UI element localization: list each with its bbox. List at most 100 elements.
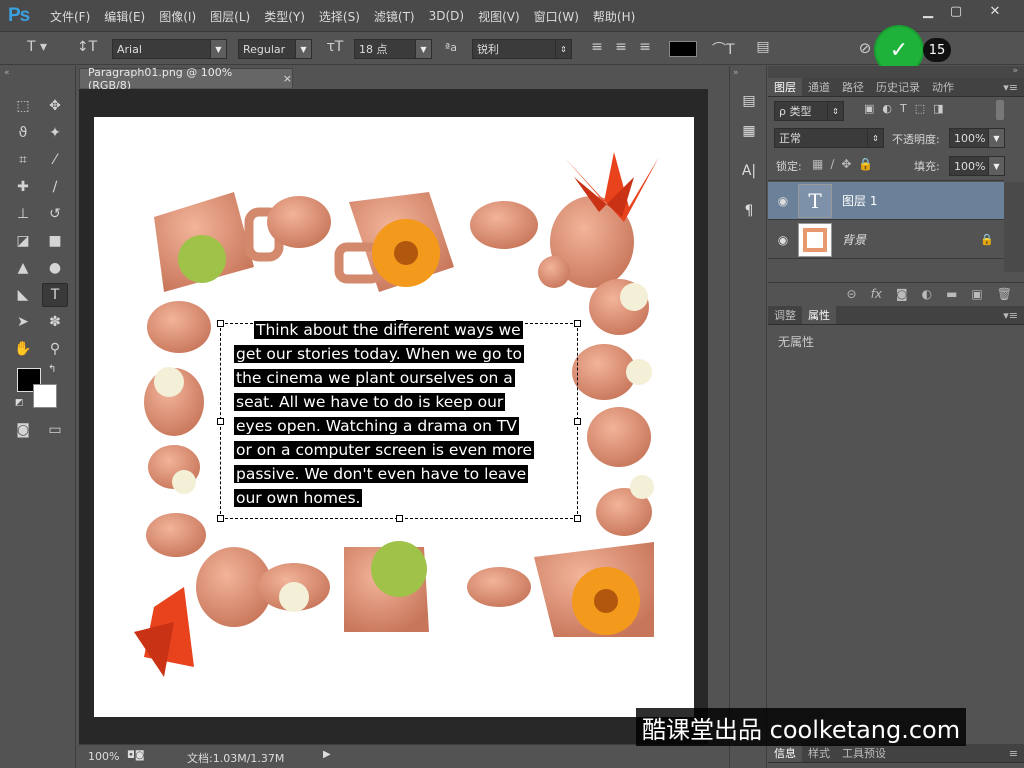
crop-tool-icon[interactable]: ⌗ bbox=[10, 148, 36, 172]
tab-channels[interactable]: 通道 bbox=[802, 78, 836, 96]
text-color-swatch[interactable] bbox=[669, 41, 697, 57]
menu-type[interactable]: 类型(Y) bbox=[264, 8, 305, 25]
lasso-tool-icon[interactable]: ϑ bbox=[10, 121, 36, 145]
new-group-icon[interactable]: ▬ bbox=[946, 287, 957, 301]
adjustment-layer-icon[interactable]: ◐ bbox=[922, 287, 932, 301]
status-preview-icon[interactable]: ◘◙ bbox=[127, 750, 145, 761]
character-panel-icon[interactable]: A| bbox=[738, 160, 760, 182]
panel-menu-icon[interactable]: ▾≡ bbox=[997, 306, 1024, 324]
link-layers-icon[interactable]: ⊝ bbox=[847, 287, 857, 301]
filter-toggle[interactable] bbox=[996, 100, 1004, 120]
layer-name[interactable]: 背景 bbox=[842, 231, 866, 248]
new-layer-icon[interactable]: ▣ bbox=[971, 287, 982, 301]
marquee-tool-icon[interactable]: ⬚ bbox=[10, 94, 36, 118]
shape-tool-icon[interactable]: ✽ bbox=[42, 310, 68, 334]
add-mask-icon[interactable]: ◙ bbox=[896, 287, 908, 301]
transform-handle[interactable] bbox=[217, 320, 224, 327]
history-brush-icon[interactable]: ↺ bbox=[42, 202, 68, 226]
healing-brush-icon[interactable]: ✚ bbox=[10, 175, 36, 199]
blur-tool-icon[interactable]: ▲ bbox=[10, 256, 36, 280]
cancel-icon[interactable]: ⊘ bbox=[854, 39, 876, 57]
menu-view[interactable]: 视图(V) bbox=[478, 8, 520, 25]
blend-mode-select[interactable]: 正常 ⇕ bbox=[774, 128, 884, 148]
transform-handle[interactable] bbox=[217, 515, 224, 522]
menu-help[interactable]: 帮助(H) bbox=[593, 8, 635, 25]
visibility-eye-icon[interactable]: ◉ bbox=[768, 194, 798, 208]
gradient-tool-icon[interactable]: ■ bbox=[42, 229, 68, 253]
toggle-orientation-icon[interactable]: ↕T bbox=[76, 39, 98, 55]
hand-tool-icon[interactable]: ✋ bbox=[10, 337, 36, 361]
menu-layer[interactable]: 图层(L) bbox=[210, 8, 250, 25]
close-tab-icon[interactable]: × bbox=[283, 72, 292, 85]
visibility-eye-icon[interactable]: ◉ bbox=[768, 233, 798, 247]
menu-window[interactable]: 窗口(W) bbox=[534, 8, 579, 25]
transform-handle[interactable] bbox=[574, 320, 581, 327]
background-color-swatch[interactable] bbox=[33, 384, 57, 408]
delete-layer-icon[interactable]: 🗑 bbox=[997, 287, 1012, 301]
layer-name[interactable]: 图层 1 bbox=[842, 192, 877, 209]
character-panel-icon[interactable]: ▤ bbox=[752, 39, 774, 55]
transform-handle[interactable] bbox=[396, 515, 403, 522]
close-icon[interactable]: ✕ bbox=[970, 0, 1020, 22]
tab-paths[interactable]: 路径 bbox=[836, 78, 870, 96]
warp-text-icon[interactable]: ⌒T bbox=[712, 39, 735, 59]
type-tool-icon[interactable]: T bbox=[42, 283, 68, 307]
minimize-icon[interactable]: ▁ bbox=[914, 0, 942, 22]
antialias-select[interactable]: 锐利 ⇕ bbox=[472, 39, 572, 59]
quick-mask-icon[interactable]: ◙ bbox=[10, 418, 36, 442]
status-menu-arrow-icon[interactable]: ▶ bbox=[323, 749, 331, 760]
collapse-dock-icon[interactable]: » bbox=[1012, 66, 1018, 76]
align-right-icon[interactable]: ≡ bbox=[636, 39, 654, 55]
tab-info[interactable]: 信息 bbox=[768, 744, 802, 762]
tab-properties[interactable]: 属性 bbox=[802, 306, 836, 324]
transform-handle[interactable] bbox=[574, 515, 581, 522]
panel-menu-icon[interactable]: ▾≡ bbox=[997, 78, 1024, 96]
transform-handle[interactable] bbox=[217, 418, 224, 425]
collapse-icon[interactable]: « bbox=[4, 68, 10, 78]
tab-history[interactable]: 历史记录 bbox=[870, 78, 926, 96]
tab-adjustments[interactable]: 调整 bbox=[768, 306, 802, 324]
zoom-level[interactable]: 100% bbox=[88, 750, 119, 763]
screen-mode-icon[interactable]: ▭ bbox=[42, 418, 68, 442]
fx-icon[interactable]: fx bbox=[871, 287, 882, 301]
menu-file[interactable]: 文件(F) bbox=[50, 8, 90, 25]
swap-colors-icon[interactable]: ↰ bbox=[48, 364, 56, 375]
menu-select[interactable]: 选择(S) bbox=[319, 8, 360, 25]
layer-filter-select[interactable]: ρ 类型 ⇕ bbox=[774, 101, 844, 121]
paragraph-panel-icon[interactable]: ¶ bbox=[738, 200, 760, 222]
tab-tool-presets[interactable]: 工具预设 bbox=[836, 744, 892, 762]
transform-handle[interactable] bbox=[574, 418, 581, 425]
lock-options-icons[interactable]: ▦∕✥🔒 bbox=[812, 157, 880, 171]
pen-tool-icon[interactable]: ◣ bbox=[10, 283, 36, 307]
opacity-input[interactable]: 100% ▼ bbox=[949, 128, 1005, 148]
layer-row-background[interactable]: ◉ 背景 🔒 bbox=[768, 221, 1004, 259]
menu-3d[interactable]: 3D(D) bbox=[429, 9, 464, 23]
tab-layers[interactable]: 图层 bbox=[768, 78, 802, 96]
notes-panel-icon[interactable]: ▦ bbox=[738, 120, 760, 142]
document-tab[interactable]: Paragraph01.png @ 100%(RGB/8) × bbox=[79, 66, 293, 92]
align-left-icon[interactable]: ≡ bbox=[588, 39, 606, 55]
menu-image[interactable]: 图像(I) bbox=[159, 8, 196, 25]
path-selection-icon[interactable]: ➤ bbox=[10, 310, 36, 334]
menu-edit[interactable]: 编辑(E) bbox=[104, 8, 145, 25]
panel-menu-icon[interactable]: ≡ bbox=[1003, 744, 1024, 762]
align-center-icon[interactable]: ≡ bbox=[612, 39, 630, 55]
font-style-select[interactable]: Regular ▼ bbox=[238, 39, 312, 59]
clone-stamp-icon[interactable]: ⊥ bbox=[10, 202, 36, 226]
move-tool-icon[interactable]: ✥ bbox=[42, 94, 68, 118]
history-panel-icon[interactable]: ▤ bbox=[738, 90, 760, 112]
eraser-tool-icon[interactable]: ◪ bbox=[10, 229, 36, 253]
paragraph-text[interactable]: Think about the different ways we get ou… bbox=[234, 318, 570, 510]
fill-input[interactable]: 100% ▼ bbox=[949, 156, 1005, 176]
default-colors-icon[interactable]: ◩ bbox=[15, 398, 24, 408]
font-size-select[interactable]: 18 点 ▼ bbox=[354, 39, 432, 59]
dodge-tool-icon[interactable]: ● bbox=[42, 256, 68, 280]
eyedropper-icon[interactable]: ⁄ bbox=[42, 148, 68, 172]
layer-row-text[interactable]: ◉ T 图层 1 bbox=[768, 182, 1004, 220]
type-tool-preset-icon[interactable]: T ▾ bbox=[22, 39, 52, 55]
zoom-tool-icon[interactable]: ⚲ bbox=[42, 337, 68, 361]
tab-actions[interactable]: 动作 bbox=[926, 78, 960, 96]
layers-scrollbar[interactable] bbox=[1004, 182, 1024, 272]
brush-tool-icon[interactable]: ∕ bbox=[42, 175, 68, 199]
expand-icon[interactable]: » bbox=[733, 68, 739, 78]
